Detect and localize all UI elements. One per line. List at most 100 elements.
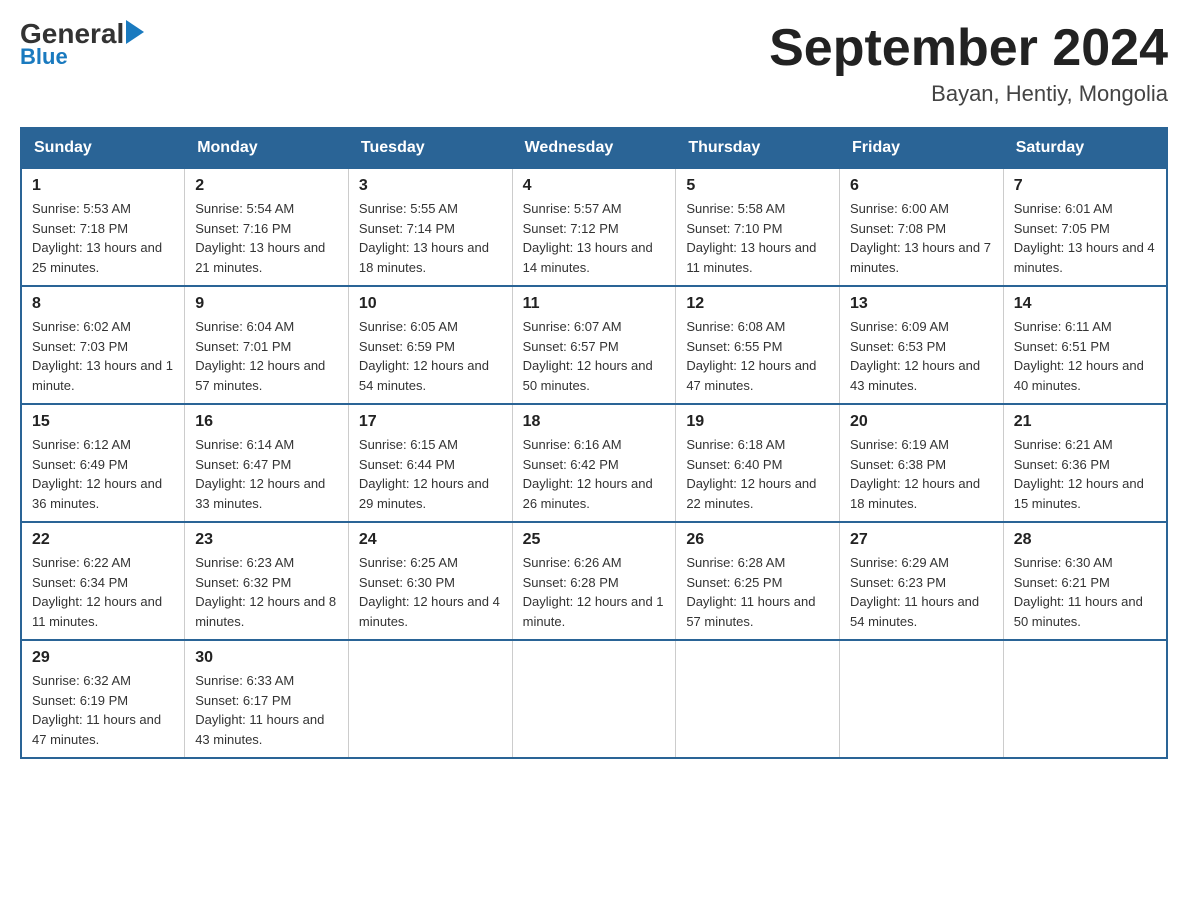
calendar-row: 1 Sunrise: 5:53 AMSunset: 7:18 PMDaylight… — [21, 168, 1167, 286]
day-number: 6 — [850, 177, 993, 195]
day-number: 1 — [32, 177, 174, 195]
day-number: 11 — [523, 295, 666, 313]
calendar-cell: 26 Sunrise: 6:28 AMSunset: 6:25 PMDayligh… — [676, 522, 840, 640]
day-info: Sunrise: 6:15 AMSunset: 6:44 PMDaylight:… — [359, 435, 502, 513]
logo: General Blue — [20, 20, 144, 70]
day-number: 28 — [1014, 531, 1156, 549]
logo-blue: Blue — [20, 44, 144, 70]
day-number: 27 — [850, 531, 993, 549]
day-info: Sunrise: 6:30 AMSunset: 6:21 PMDaylight:… — [1014, 553, 1156, 631]
day-info: Sunrise: 6:05 AMSunset: 6:59 PMDaylight:… — [359, 317, 502, 395]
calendar-cell: 8Sunrise: 6:02 AMSunset: 7:03 PMDaylight… — [21, 286, 185, 404]
calendar-cell: 15 Sunrise: 6:12 AMSunset: 6:49 PMDayligh… — [21, 404, 185, 522]
day-info: Sunrise: 5:58 AMSunset: 7:10 PMDaylight:… — [686, 199, 829, 277]
day-number: 5 — [686, 177, 829, 195]
day-info: Sunrise: 6:22 AMSunset: 6:34 PMDaylight:… — [32, 553, 174, 631]
calendar-cell: 10Sunrise: 6:05 AMSunset: 6:59 PMDayligh… — [348, 286, 512, 404]
header-tuesday: Tuesday — [348, 128, 512, 168]
day-info: Sunrise: 6:11 AMSunset: 6:51 PMDaylight:… — [1014, 317, 1156, 395]
day-number: 17 — [359, 413, 502, 431]
calendar-cell: 23Sunrise: 6:23 AMSunset: 6:32 PMDayligh… — [185, 522, 349, 640]
day-number: 26 — [686, 531, 829, 549]
header-monday: Monday — [185, 128, 349, 168]
calendar-cell: 30 Sunrise: 6:33 AMSunset: 6:17 PMDayligh… — [185, 640, 349, 758]
location: Bayan, Hentiy, Mongolia — [769, 81, 1168, 107]
calendar-cell — [348, 640, 512, 758]
calendar-cell: 14 Sunrise: 6:11 AMSunset: 6:51 PMDayligh… — [1003, 286, 1167, 404]
day-number: 18 — [523, 413, 666, 431]
day-info: Sunrise: 6:07 AMSunset: 6:57 PMDaylight:… — [523, 317, 666, 395]
day-number: 22 — [32, 531, 174, 549]
calendar-cell: 3 Sunrise: 5:55 AMSunset: 7:14 PMDaylight… — [348, 168, 512, 286]
day-number: 25 — [523, 531, 666, 549]
day-info: Sunrise: 6:01 AMSunset: 7:05 PMDaylight:… — [1014, 199, 1156, 277]
day-info: Sunrise: 6:21 AMSunset: 6:36 PMDaylight:… — [1014, 435, 1156, 513]
day-number: 21 — [1014, 413, 1156, 431]
calendar-cell: 6 Sunrise: 6:00 AMSunset: 7:08 PMDaylight… — [840, 168, 1004, 286]
calendar-row: 8Sunrise: 6:02 AMSunset: 7:03 PMDaylight… — [21, 286, 1167, 404]
day-number: 9 — [195, 295, 338, 313]
calendar-row: 15 Sunrise: 6:12 AMSunset: 6:49 PMDayligh… — [21, 404, 1167, 522]
calendar-cell — [512, 640, 676, 758]
header-thursday: Thursday — [676, 128, 840, 168]
day-info: Sunrise: 6:25 AMSunset: 6:30 PMDaylight:… — [359, 553, 502, 631]
day-number: 4 — [523, 177, 666, 195]
day-info: Sunrise: 6:08 AMSunset: 6:55 PMDaylight:… — [686, 317, 829, 395]
calendar-cell: 25 Sunrise: 6:26 AMSunset: 6:28 PMDayligh… — [512, 522, 676, 640]
day-info: Sunrise: 5:55 AMSunset: 7:14 PMDaylight:… — [359, 199, 502, 277]
calendar-cell — [676, 640, 840, 758]
day-info: Sunrise: 5:57 AMSunset: 7:12 PMDaylight:… — [523, 199, 666, 277]
calendar-cell: 28 Sunrise: 6:30 AMSunset: 6:21 PMDayligh… — [1003, 522, 1167, 640]
day-info: Sunrise: 6:28 AMSunset: 6:25 PMDaylight:… — [686, 553, 829, 631]
calendar-row: 22 Sunrise: 6:22 AMSunset: 6:34 PMDayligh… — [21, 522, 1167, 640]
day-number: 16 — [195, 413, 338, 431]
day-info: Sunrise: 6:19 AMSunset: 6:38 PMDaylight:… — [850, 435, 993, 513]
calendar-cell: 7 Sunrise: 6:01 AMSunset: 7:05 PMDaylight… — [1003, 168, 1167, 286]
calendar-cell: 9 Sunrise: 6:04 AMSunset: 7:01 PMDaylight… — [185, 286, 349, 404]
calendar-cell: 16Sunrise: 6:14 AMSunset: 6:47 PMDayligh… — [185, 404, 349, 522]
calendar-cell: 4 Sunrise: 5:57 AMSunset: 7:12 PMDaylight… — [512, 168, 676, 286]
calendar-table: Sunday Monday Tuesday Wednesday Thursday… — [20, 127, 1168, 759]
title-block: September 2024 Bayan, Hentiy, Mongolia — [769, 20, 1168, 107]
day-number: 23 — [195, 531, 338, 549]
day-info: Sunrise: 6:00 AMSunset: 7:08 PMDaylight:… — [850, 199, 993, 277]
calendar-cell: 13Sunrise: 6:09 AMSunset: 6:53 PMDayligh… — [840, 286, 1004, 404]
day-info: Sunrise: 6:09 AMSunset: 6:53 PMDaylight:… — [850, 317, 993, 395]
day-info: Sunrise: 6:18 AMSunset: 6:40 PMDaylight:… — [686, 435, 829, 513]
day-info: Sunrise: 6:12 AMSunset: 6:49 PMDaylight:… — [32, 435, 174, 513]
day-number: 30 — [195, 649, 338, 667]
day-number: 20 — [850, 413, 993, 431]
calendar-cell: 18Sunrise: 6:16 AMSunset: 6:42 PMDayligh… — [512, 404, 676, 522]
day-number: 8 — [32, 295, 174, 313]
header-wednesday: Wednesday — [512, 128, 676, 168]
day-number: 3 — [359, 177, 502, 195]
day-info: Sunrise: 6:26 AMSunset: 6:28 PMDaylight:… — [523, 553, 666, 631]
calendar-cell: 20 Sunrise: 6:19 AMSunset: 6:38 PMDayligh… — [840, 404, 1004, 522]
day-number: 15 — [32, 413, 174, 431]
calendar-cell: 21 Sunrise: 6:21 AMSunset: 6:36 PMDayligh… — [1003, 404, 1167, 522]
day-info: Sunrise: 6:32 AMSunset: 6:19 PMDaylight:… — [32, 671, 174, 749]
day-number: 14 — [1014, 295, 1156, 313]
calendar-cell: 2Sunrise: 5:54 AMSunset: 7:16 PMDaylight… — [185, 168, 349, 286]
day-number: 24 — [359, 531, 502, 549]
day-number: 19 — [686, 413, 829, 431]
calendar-row: 29Sunrise: 6:32 AMSunset: 6:19 PMDayligh… — [21, 640, 1167, 758]
page-header: General Blue September 2024 Bayan, Henti… — [20, 20, 1168, 107]
day-info: Sunrise: 6:04 AMSunset: 7:01 PMDaylight:… — [195, 317, 338, 395]
day-info: Sunrise: 6:33 AMSunset: 6:17 PMDaylight:… — [195, 671, 338, 749]
logo-triangle-icon — [126, 20, 144, 44]
day-info: Sunrise: 5:54 AMSunset: 7:16 PMDaylight:… — [195, 199, 338, 277]
day-number: 7 — [1014, 177, 1156, 195]
header-saturday: Saturday — [1003, 128, 1167, 168]
calendar-cell: 22 Sunrise: 6:22 AMSunset: 6:34 PMDayligh… — [21, 522, 185, 640]
month-title: September 2024 — [769, 20, 1168, 77]
calendar-cell: 1 Sunrise: 5:53 AMSunset: 7:18 PMDaylight… — [21, 168, 185, 286]
calendar-cell: 24 Sunrise: 6:25 AMSunset: 6:30 PMDayligh… — [348, 522, 512, 640]
calendar-cell: 27 Sunrise: 6:29 AMSunset: 6:23 PMDayligh… — [840, 522, 1004, 640]
day-info: Sunrise: 6:29 AMSunset: 6:23 PMDaylight:… — [850, 553, 993, 631]
calendar-cell: 29Sunrise: 6:32 AMSunset: 6:19 PMDayligh… — [21, 640, 185, 758]
header-sunday: Sunday — [21, 128, 185, 168]
day-number: 12 — [686, 295, 829, 313]
calendar-cell: 11 Sunrise: 6:07 AMSunset: 6:57 PMDayligh… — [512, 286, 676, 404]
day-info: Sunrise: 5:53 AMSunset: 7:18 PMDaylight:… — [32, 199, 174, 277]
